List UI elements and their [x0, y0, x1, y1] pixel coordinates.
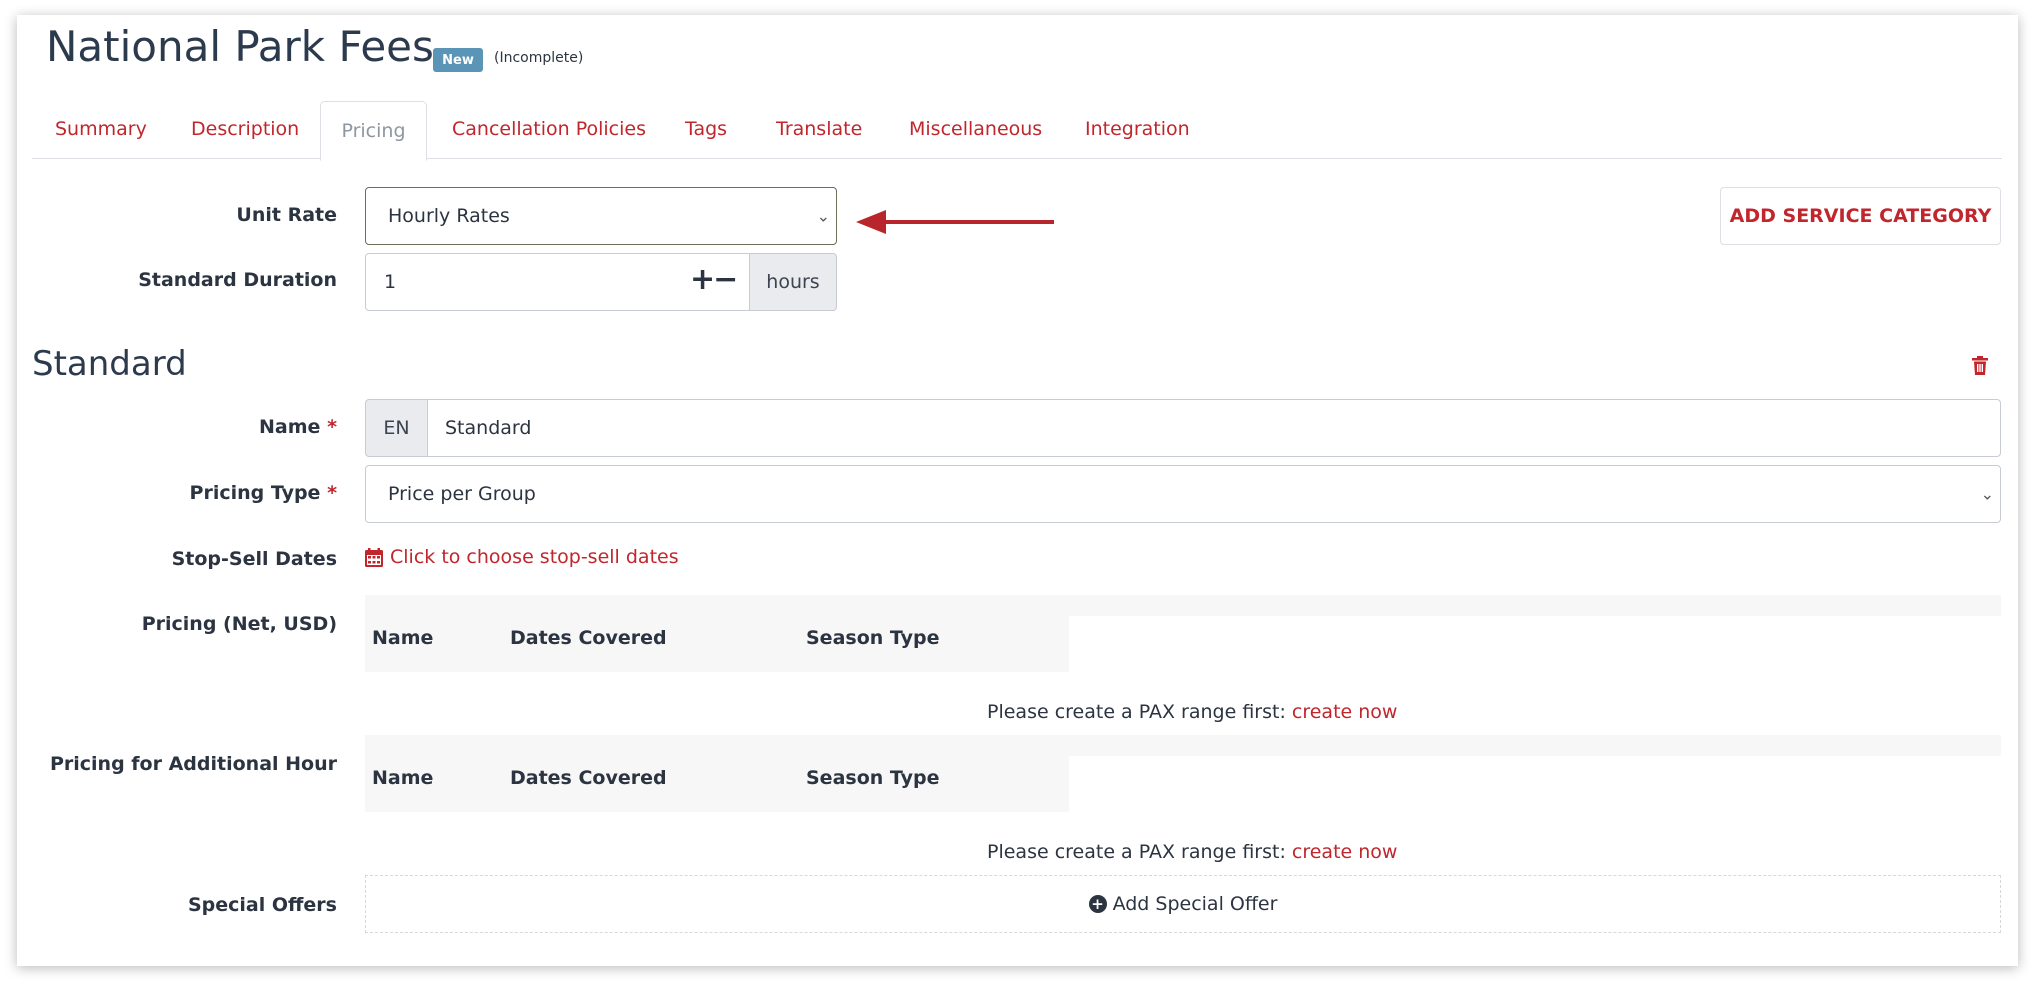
column-header-name: Name — [372, 767, 434, 789]
standard-duration-label: Standard Duration — [138, 269, 337, 291]
duration-unit: hours — [749, 253, 837, 311]
create-now-link[interactable]: create now — [1292, 701, 1398, 723]
column-header-name: Name — [372, 627, 434, 649]
pricing-net-label: Pricing (Net, USD) — [141, 613, 337, 635]
section-title: Standard — [32, 344, 187, 384]
tab-summary[interactable]: Summary — [55, 118, 147, 140]
name-input[interactable]: Standard — [427, 399, 2001, 457]
unit-rate-value: Hourly Rates — [388, 205, 510, 227]
required-marker: * — [327, 482, 337, 504]
standard-duration-value: 1 — [384, 271, 397, 293]
status-text: (Incomplete) — [494, 50, 584, 66]
plus-circle-icon: + — [1088, 895, 1107, 913]
calendar-icon — [365, 547, 383, 567]
column-header-season-type: Season Type — [806, 627, 940, 649]
pricing-additional-label: Pricing for Additional Hour — [49, 753, 337, 775]
tab-integration[interactable]: Integration — [1085, 118, 1190, 140]
tab-cancellation-policies[interactable]: Cancellation Policies — [452, 118, 646, 140]
stop-sell-link[interactable]: Click to choose stop-sell dates — [365, 546, 679, 568]
pricing-additional-table-header — [365, 735, 1069, 812]
column-header-dates-covered: Dates Covered — [510, 767, 667, 789]
add-service-category-button[interactable]: ADD SERVICE CATEGORY — [1720, 187, 2001, 245]
arrow-annotation-icon — [856, 210, 1054, 234]
trash-icon[interactable] — [1972, 356, 1988, 375]
pricing-type-label: Pricing Type * — [189, 482, 337, 504]
pax-range-message: Please create a PAX range first: create … — [987, 841, 1398, 863]
pricing-net-table-header — [365, 595, 1069, 672]
name-value: Standard — [445, 417, 532, 439]
tab-pricing[interactable]: Pricing — [320, 101, 427, 161]
duration-stepper[interactable]: +− — [690, 262, 738, 297]
column-header-dates-covered: Dates Covered — [510, 627, 667, 649]
column-header-season-type: Season Type — [806, 767, 940, 789]
language-addon: EN — [365, 399, 428, 457]
chevron-down-icon: ⌄ — [816, 206, 830, 226]
stop-sell-label: Stop-Sell Dates — [171, 548, 337, 570]
chevron-down-icon: ⌄ — [1980, 484, 1994, 504]
unit-rate-label: Unit Rate — [236, 204, 337, 226]
name-label: Name * — [259, 416, 337, 438]
new-badge: New — [433, 48, 483, 72]
tab-description[interactable]: Description — [191, 118, 299, 140]
page-title: National Park Fees — [46, 22, 434, 71]
pax-range-message: Please create a PAX range first: create … — [987, 701, 1398, 723]
required-marker: * — [327, 416, 337, 438]
unit-rate-select[interactable]: Hourly Rates ⌄ — [365, 187, 837, 245]
tab-tags[interactable]: Tags — [685, 118, 727, 140]
tab-miscellaneous[interactable]: Miscellaneous — [909, 118, 1042, 140]
pricing-type-value: Price per Group — [388, 483, 536, 505]
tab-translate[interactable]: Translate — [776, 118, 862, 140]
pricing-type-select[interactable]: Price per Group ⌄ — [365, 465, 2001, 523]
add-special-offer-button[interactable]: + Add Special Offer — [365, 875, 2001, 933]
special-offers-label: Special Offers — [187, 894, 337, 916]
create-now-link[interactable]: create now — [1292, 841, 1398, 863]
